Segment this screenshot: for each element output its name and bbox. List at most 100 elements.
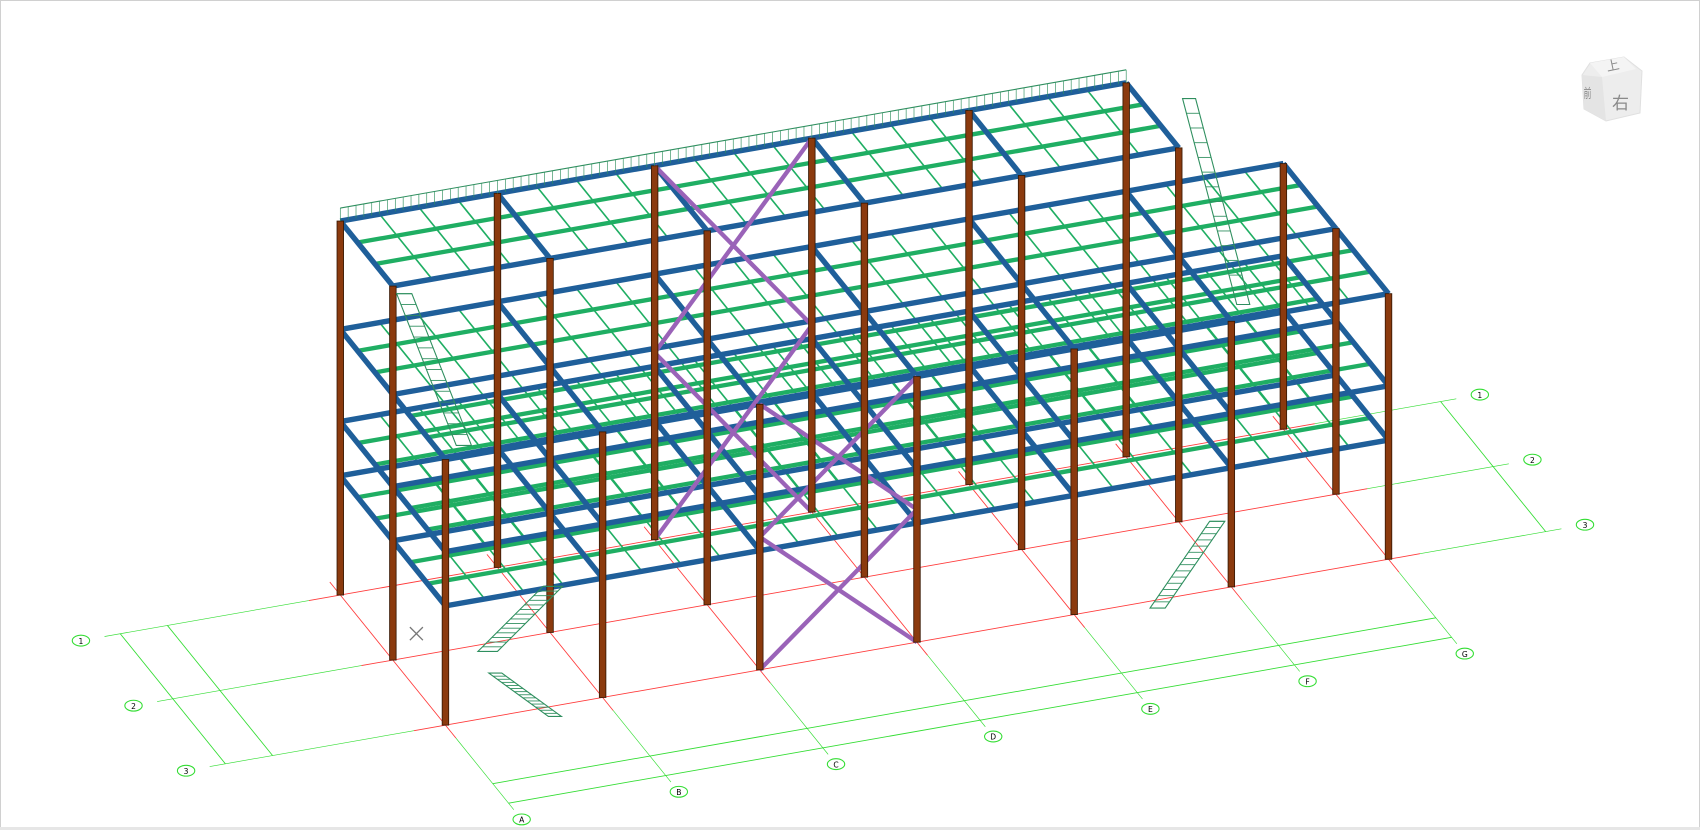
main-beam xyxy=(811,216,970,250)
joist xyxy=(575,287,630,354)
grid-axis-label: A xyxy=(519,816,525,825)
main-beam xyxy=(602,547,761,581)
joist xyxy=(889,232,944,299)
column xyxy=(546,258,554,633)
joist xyxy=(1046,96,1101,163)
main-beam xyxy=(1124,81,1181,150)
main-beam xyxy=(495,300,553,369)
main-beam xyxy=(1125,160,1284,194)
joist xyxy=(418,206,473,273)
main-beam xyxy=(863,172,1023,206)
dimension-extension xyxy=(770,682,829,755)
joist xyxy=(378,213,433,280)
joist xyxy=(1086,89,1141,156)
joist xyxy=(1046,204,1101,271)
column xyxy=(336,220,344,596)
dimension-extension xyxy=(157,665,362,702)
main-beam xyxy=(654,243,813,277)
main-beam xyxy=(916,492,1075,526)
dimension-extension xyxy=(1398,572,1458,645)
dimension-extension xyxy=(1241,599,1300,672)
joist xyxy=(889,123,944,190)
dimension-extension xyxy=(927,654,986,727)
joist xyxy=(1296,235,1350,302)
grid-axis-label: 3 xyxy=(1583,521,1588,530)
joist xyxy=(771,252,826,319)
column xyxy=(860,202,869,578)
main-beam xyxy=(1281,161,1339,231)
column xyxy=(598,431,607,698)
main-beam xyxy=(809,136,867,205)
grid-axis-label: 1 xyxy=(79,637,84,646)
column xyxy=(913,376,921,643)
column xyxy=(756,403,764,671)
main-beam xyxy=(1333,319,1391,388)
grid-axis-label: C xyxy=(833,760,838,769)
grid-axis-label: E xyxy=(1148,705,1153,714)
view-cube-right[interactable]: 右 xyxy=(1612,89,1629,114)
main-beam xyxy=(652,272,710,341)
main-beam xyxy=(1073,464,1232,498)
column xyxy=(1175,147,1183,523)
column xyxy=(1384,293,1393,560)
joist xyxy=(1243,169,1298,237)
main-beam xyxy=(1178,225,1337,259)
joist xyxy=(378,322,433,389)
joist xyxy=(1007,211,1062,278)
grid-axis-label: G xyxy=(1462,650,1468,659)
3d-model-viewport[interactable]: A B C D E F G 1 1 2 2 3 3 上 前 右 xyxy=(0,0,1700,828)
joist xyxy=(536,294,590,361)
main-beam xyxy=(339,391,498,425)
view-cube-front[interactable]: 前 xyxy=(1584,83,1592,102)
view-cube[interactable]: 上 前 右 xyxy=(1576,53,1648,125)
main-beam xyxy=(338,327,395,397)
grid-axis-label: 1 xyxy=(1477,391,1482,400)
joist xyxy=(929,225,983,292)
column xyxy=(1017,175,1026,550)
column xyxy=(1332,228,1340,495)
dimension-extension xyxy=(1419,528,1562,555)
main-beam xyxy=(338,474,395,543)
main-beam xyxy=(968,188,1127,222)
main-beam xyxy=(1021,145,1180,179)
brace xyxy=(758,535,919,644)
main-beam xyxy=(444,575,604,609)
railing xyxy=(339,69,1127,222)
main-beam xyxy=(1124,189,1181,258)
column xyxy=(441,459,450,726)
grid-axis-label: 3 xyxy=(184,767,189,776)
main-beam xyxy=(549,228,708,262)
main-beam xyxy=(1230,291,1389,324)
dimension-extension xyxy=(455,737,515,810)
column xyxy=(1227,320,1236,588)
column xyxy=(965,110,973,485)
main-beam xyxy=(1230,437,1389,471)
column xyxy=(389,285,397,661)
main-beam xyxy=(338,219,395,288)
grid-axis-label: F xyxy=(1305,677,1309,686)
grid-axis-label: 2 xyxy=(131,702,136,711)
column xyxy=(703,230,711,606)
main-beam xyxy=(392,255,551,289)
joist xyxy=(614,280,669,347)
joist xyxy=(575,179,630,246)
grid-axis-label: B xyxy=(676,788,681,797)
main-beam xyxy=(809,244,867,314)
main-beam xyxy=(497,271,656,305)
main-beam xyxy=(759,520,918,554)
column xyxy=(808,137,816,513)
main-beam xyxy=(1333,226,1391,296)
joist xyxy=(614,172,669,239)
column xyxy=(1279,163,1288,430)
joist xyxy=(693,266,748,333)
joist xyxy=(536,185,590,253)
grid-axis-label: 2 xyxy=(1530,456,1535,465)
column xyxy=(493,192,502,568)
column xyxy=(1070,348,1078,615)
main-beam xyxy=(390,539,448,608)
joist xyxy=(850,130,905,197)
joist xyxy=(1164,183,1219,250)
steel-structure-model: A B C D E F G 1 1 2 2 3 3 xyxy=(71,69,1595,826)
main-beam xyxy=(495,191,553,261)
joist xyxy=(1007,103,1062,170)
